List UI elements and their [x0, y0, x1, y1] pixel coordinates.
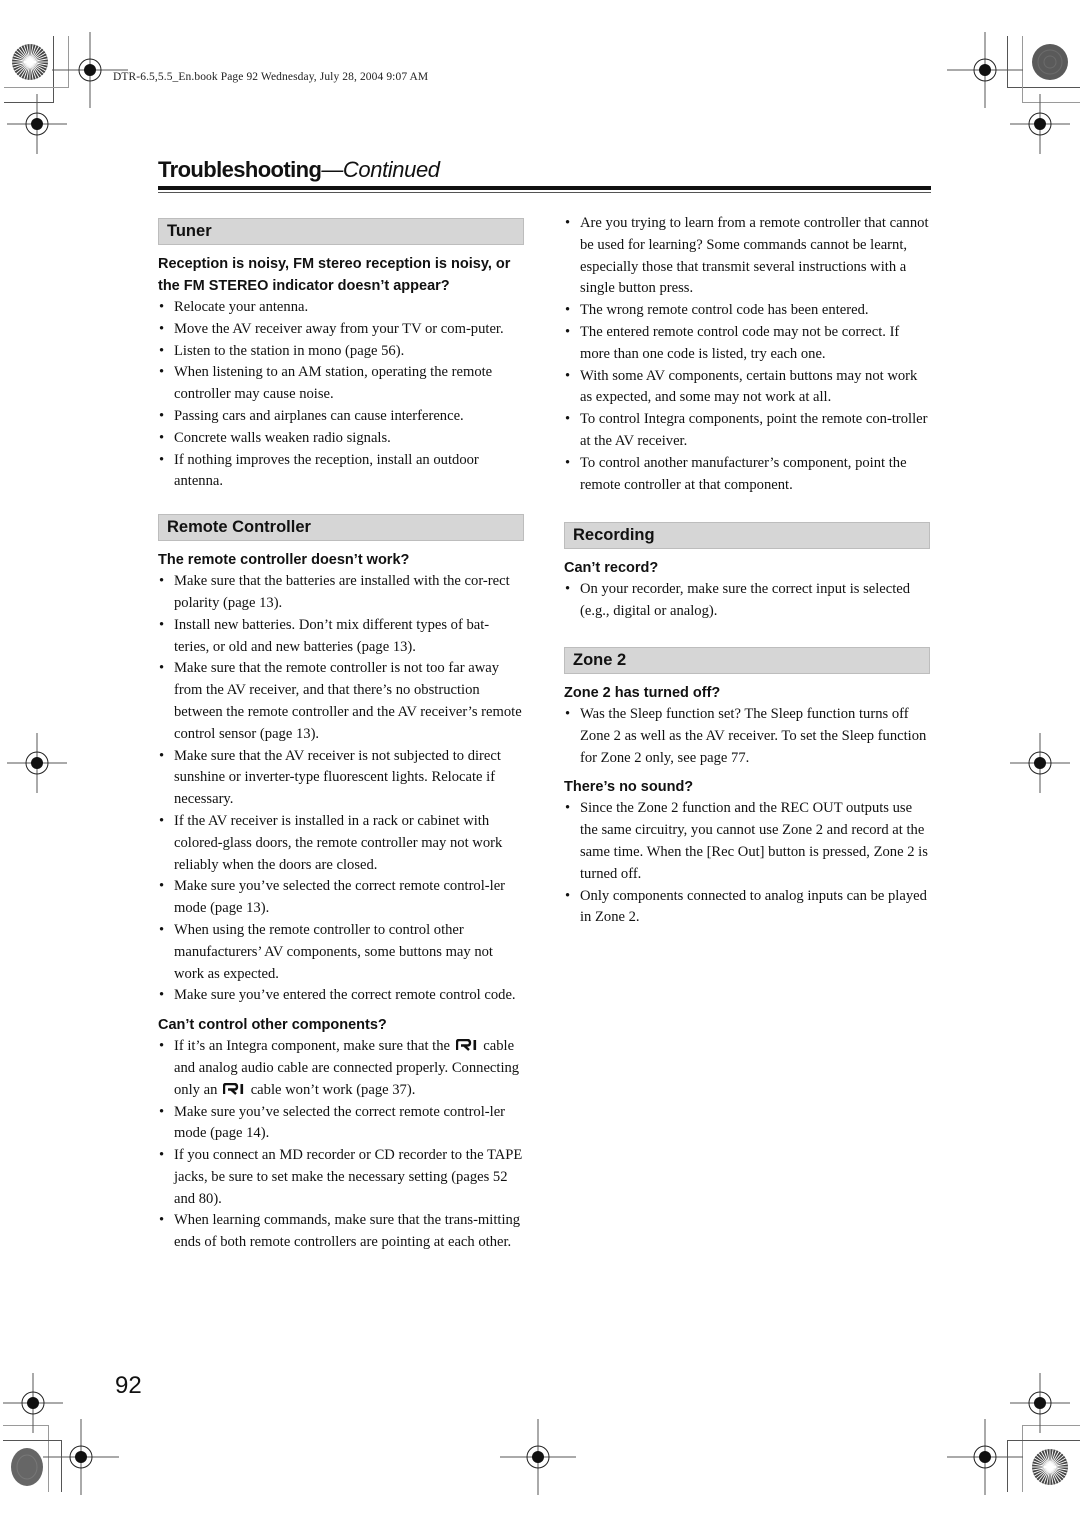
answer-list: Make sure that the batteries are install…	[158, 571, 524, 1007]
list-item: Make sure you’ve entered the correct rem…	[158, 985, 524, 1007]
section-tuner: Tuner Reception is noisy, FM stereo rece…	[158, 218, 524, 493]
left-column: Tuner Reception is noisy, FM stereo rece…	[158, 218, 524, 1254]
question-heading: Can’t record?	[564, 560, 659, 577]
question-heading: The remote controller doesn’t work?	[158, 552, 410, 569]
answer-list-continued: Are you trying to learn from a remote co…	[564, 213, 930, 496]
title-rule-thin	[158, 192, 931, 193]
page-title: Troubleshooting—Continued	[158, 157, 440, 183]
question-heading: Zone 2 has turned off?	[564, 684, 721, 701]
list-item-text: If it’s an Integra component, make sure …	[174, 1038, 450, 1055]
list-item: When learning commands, make sure that t…	[158, 1210, 524, 1254]
registration-circle-icon	[1032, 44, 1068, 80]
right-column: Are you trying to learn from a remote co…	[564, 213, 930, 929]
list-item: With some AV components, certain buttons…	[564, 366, 930, 410]
list-item: To control Integra components, point the…	[564, 409, 930, 453]
ri-logo-icon	[223, 1082, 244, 1095]
list-item: If nothing improves the reception, insta…	[158, 450, 524, 494]
list-item: Since the Zone 2 function and the REC OU…	[564, 798, 930, 885]
answer-list: If it’s an Integra component, make sure …	[158, 1036, 524, 1254]
list-item: On your recorder, make sure the correct …	[564, 579, 930, 623]
list-item-text: cable won’t work (page 37).	[250, 1081, 416, 1098]
list-item: If you connect an MD recorder or CD reco…	[158, 1145, 524, 1210]
list-item: Was the Sleep function set? The Sleep fu…	[564, 704, 930, 769]
list-item: Make sure you’ve selected the correct re…	[158, 876, 524, 920]
registration-starburst-icon	[12, 44, 48, 80]
section-recording: Recording Can’t record? On your recorder…	[564, 522, 930, 623]
list-item: To control another manufacturer’s compon…	[564, 453, 930, 497]
list-item: Make sure that the remote controller is …	[158, 658, 524, 745]
list-item: If the AV receiver is installed in a rac…	[158, 811, 524, 876]
list-item: Make sure that the batteries are install…	[158, 571, 524, 615]
answer-list: Was the Sleep function set? The Sleep fu…	[564, 704, 930, 769]
list-item: Only components connected to analog inpu…	[564, 886, 930, 930]
section-heading: Tuner	[158, 218, 524, 245]
list-item: Concrete walls weaken radio signals.	[158, 428, 524, 450]
title-main: Troubleshooting	[158, 157, 322, 182]
section-heading: Zone 2	[564, 646, 930, 674]
section-remote-controller: Remote Controller The remote controller …	[158, 514, 524, 1254]
list-item: Passing cars and airplanes can cause int…	[158, 406, 524, 428]
list-item: If it’s an Integra component, make sure …	[158, 1036, 524, 1101]
page-number: 92	[115, 1372, 142, 1399]
list-item: Move the AV receiver away from your TV o…	[158, 319, 524, 341]
list-item: The wrong remote control code has been e…	[564, 300, 930, 322]
question-heading: There’s no sound?	[564, 779, 694, 796]
title-continued: —Continued	[321, 157, 440, 182]
list-item: Relocate your antenna.	[158, 297, 524, 319]
list-item: Make sure that the AV receiver is not su…	[158, 746, 524, 811]
ri-logo-icon	[455, 1039, 476, 1052]
question-heading: Can’t control other components?	[158, 1017, 387, 1034]
list-item: When using the remote controller to cont…	[158, 920, 524, 985]
registration-circle-icon	[11, 1448, 43, 1486]
answer-list: On your recorder, make sure the correct …	[564, 579, 930, 623]
section-zone-2: Zone 2 Zone 2 has turned off? Was the Sl…	[564, 646, 930, 929]
list-item: Are you trying to learn from a remote co…	[564, 213, 930, 300]
section-heading: Recording	[564, 522, 930, 550]
answer-list: Relocate your antenna. Move the AV recei…	[158, 297, 524, 493]
book-file-info: DTR-6.5,5.5_En.book Page 92 Wednesday, J…	[113, 71, 429, 83]
list-item: The entered remote control code may not …	[564, 322, 930, 366]
answer-list: Since the Zone 2 function and the REC OU…	[564, 798, 930, 929]
list-item: Make sure you’ve selected the correct re…	[158, 1102, 524, 1146]
list-item: Install new batteries. Don’t mix differe…	[158, 615, 524, 659]
list-item: When listening to an AM station, operati…	[158, 362, 524, 406]
title-rule-thick	[158, 186, 931, 190]
question-heading: Reception is noisy, FM stereo reception …	[158, 256, 511, 294]
section-heading: Remote Controller	[158, 514, 524, 542]
list-item: Listen to the station in mono (page 56).	[158, 341, 524, 363]
registration-starburst-icon	[1032, 1449, 1068, 1485]
